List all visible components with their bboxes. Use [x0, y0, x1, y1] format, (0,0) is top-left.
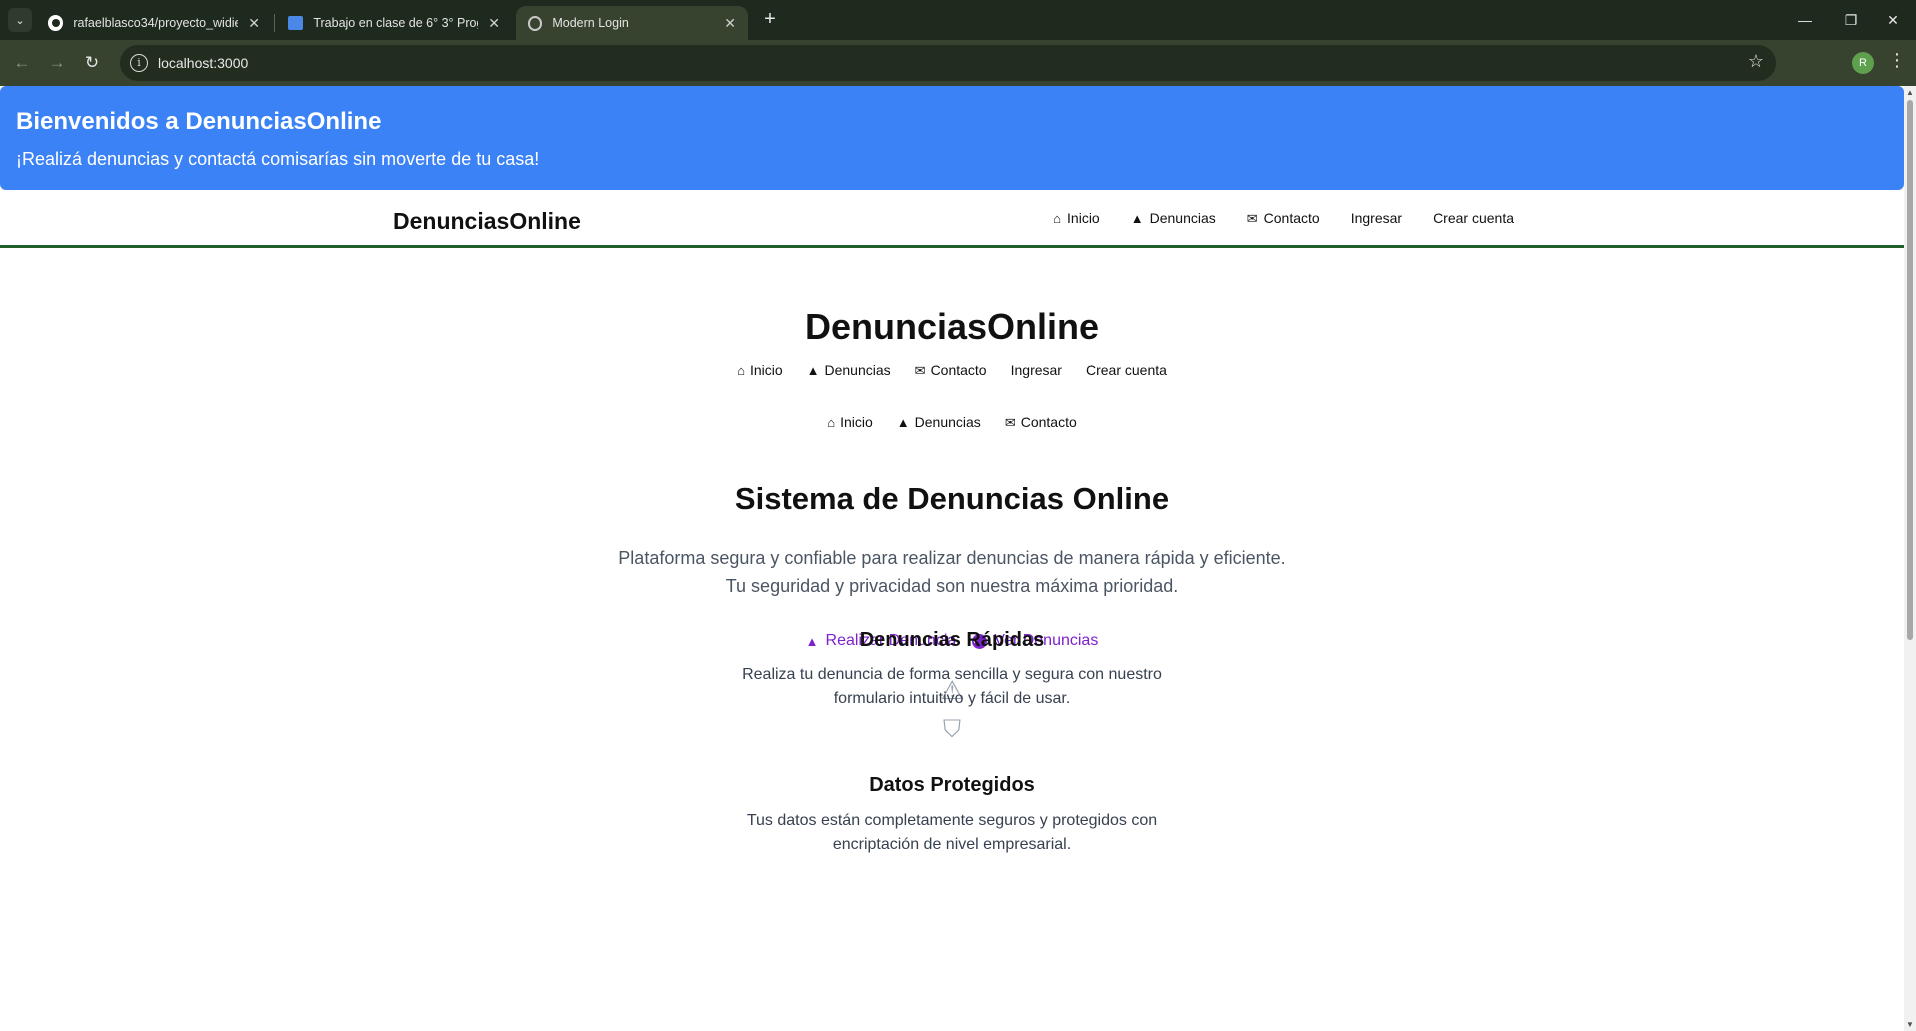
hero-description: Plataforma segura y confiable para reali…	[0, 544, 1904, 600]
banner-subtitle: ¡Realizá denuncias y contactá comisarías…	[16, 149, 540, 169]
welcome-banner: Bienvenidos a DenunciasOnline ¡Realizá d…	[0, 86, 1904, 190]
browser-toolbar: ← → ↻ i localhost:3000 ☆ R ⋮	[0, 40, 1916, 86]
profile-avatar[interactable]: R	[1852, 52, 1874, 74]
nav3-link-contacto[interactable]: ✉ Contacto	[1005, 414, 1077, 430]
close-window-button[interactable]: ✕	[1870, 6, 1916, 34]
nav-link-label: Inicio	[749, 362, 783, 378]
envelope-icon: ✉	[914, 362, 926, 378]
nav3-link-inicio[interactable]: ⌂ Inicio	[827, 414, 873, 430]
close-icon[interactable]: ✕	[488, 15, 500, 32]
nav2-link-inicio[interactable]: ⌂ Inicio	[737, 362, 783, 378]
nav-link-contacto[interactable]: ✉ Contacto	[1247, 210, 1320, 226]
restore-button[interactable]: ❐	[1828, 6, 1874, 34]
feature-description: Realiza tu denuncia de forma sencilla y …	[0, 663, 1904, 711]
address-bar[interactable]: i localhost:3000 ☆	[120, 45, 1776, 81]
nav-link-ingresar[interactable]: Ingresar	[1351, 210, 1402, 226]
nav-link-label: Contacto	[930, 362, 987, 378]
navbar-brand[interactable]: DenunciasOnline	[393, 208, 581, 235]
back-button[interactable]: ←	[8, 49, 36, 77]
home-icon: ⌂	[827, 414, 836, 430]
home-icon: ⌂	[1053, 210, 1062, 226]
scroll-up-arrow-icon[interactable]: ▲	[1906, 88, 1914, 97]
reload-button[interactable]: ↻	[78, 49, 106, 77]
browser-tab-modern-login[interactable]: Modern Login ✕	[516, 6, 748, 40]
close-icon[interactable]: ✕	[248, 15, 260, 32]
menu-kebab-icon[interactable]: ⋮	[1888, 50, 1906, 71]
scroll-down-arrow-icon[interactable]: ▼	[1906, 1020, 1914, 1029]
feature-description-line: Tus datos están completamente seguros y …	[746, 812, 1158, 829]
minimize-button[interactable]: —	[1782, 6, 1828, 34]
nav2-link-contacto[interactable]: ✉ Contacto	[915, 362, 987, 378]
page-viewport: Bienvenidos a DenunciasOnline ¡Realizá d…	[0, 86, 1916, 1031]
secondary-nav: ⌂ Inicio ▲ Denuncias ✉ Contacto Ingresar Cr…	[0, 362, 1904, 378]
tab-title: Modern Login	[552, 16, 629, 30]
nav-link-label: Denuncias	[824, 362, 891, 378]
close-icon[interactable]: ✕	[724, 15, 736, 32]
feature-description-line: encriptación de nivel empresarial.	[832, 836, 1072, 853]
bookmark-star-icon[interactable]: ☆	[1748, 51, 1764, 72]
nav2-link-ingresar[interactable]: Ingresar	[1011, 362, 1062, 378]
site-navbar: DenunciasOnline ⌂ Inicio ▲ Denuncias ✉ Cont…	[0, 190, 1904, 248]
hero-title: Sistema de Denuncias Online	[734, 481, 1170, 516]
tab-title: Trabajo en clase de 6° 3° Programación	[313, 16, 478, 30]
browser-tab-bar: ⌄ rafaelblasco34/proyecto_widiem ✕ Traba…	[0, 0, 1916, 40]
envelope-icon: ✉	[1246, 210, 1258, 226]
nav-link-label: Inicio	[1067, 210, 1100, 226]
hero-description-line: Tu seguridad y privacidad son nuestra má…	[725, 576, 1179, 596]
classroom-icon	[288, 16, 304, 30]
banner-title: Bienvenidos a DenunciasOnline	[16, 108, 382, 135]
home-icon: ⌂	[737, 362, 745, 378]
feature-description: Tus datos están completamente seguros y …	[0, 809, 1904, 857]
tab-title: rafaelblasco34/proyecto_widiem	[73, 16, 239, 30]
feature-title: Denuncias Rápidas	[859, 629, 1045, 651]
browser-tab-github[interactable]: rafaelblasco34/proyecto_widiem ✕	[36, 6, 272, 40]
nav2-link-denuncias[interactable]: ▲ Denuncias	[807, 362, 891, 378]
feature-description-line: formulario intuitivo y fácil de usar.	[833, 690, 1071, 707]
scrollbar-thumb[interactable]	[1907, 100, 1913, 640]
tab-search-button[interactable]: ⌄	[8, 8, 32, 32]
nav-link-label: Inicio	[840, 414, 873, 430]
nav-link-label: Contacto	[1020, 414, 1077, 430]
warning-icon: ▲	[1130, 210, 1144, 226]
tab-separator	[274, 14, 275, 32]
nav-link-inicio[interactable]: ⌂ Inicio	[1053, 210, 1100, 226]
nav-link-label: Denuncias	[914, 414, 981, 430]
nav2-link-crear-cuenta[interactable]: Crear cuenta	[1086, 362, 1167, 378]
url-text[interactable]: localhost:3000	[158, 55, 248, 71]
nav3-link-denuncias[interactable]: ▲ Denuncias	[897, 414, 981, 430]
feature-description-line: Realiza tu denuncia de forma sencilla y …	[742, 666, 1162, 683]
browser-tab-classroom[interactable]: Trabajo en clase de 6° 3° Programación ✕	[276, 6, 512, 40]
new-tab-button[interactable]: +	[758, 8, 782, 32]
warning-icon: ▲	[896, 414, 910, 430]
nav-link-label: Denuncias	[1149, 210, 1216, 226]
nav-link-denuncias[interactable]: ▲ Denuncias	[1131, 210, 1216, 226]
nav-link-label: Contacto	[1263, 210, 1320, 226]
globe-icon	[528, 15, 543, 31]
shield-icon: ⛉	[943, 716, 961, 743]
navbar-links: ⌂ Inicio ▲ Denuncias ✉ Contacto Ingresar Cr…	[1053, 210, 1514, 226]
page-scrollbar[interactable]: ▲ ▼	[1904, 86, 1916, 1031]
feature-title: Datos Protegidos	[869, 774, 1035, 796]
site-info-icon[interactable]: i	[130, 54, 148, 72]
warning-icon: ▲	[806, 362, 820, 378]
hero-description-line: Plataforma segura y confiable para reali…	[618, 548, 1286, 568]
forward-button[interactable]: →	[43, 49, 71, 77]
envelope-icon: ✉	[1004, 414, 1016, 430]
github-icon	[48, 15, 64, 31]
tertiary-nav: ⌂ Inicio ▲ Denuncias ✉ Contacto	[0, 414, 1904, 430]
nav-link-crear-cuenta[interactable]: Crear cuenta	[1433, 210, 1514, 226]
secondary-header-title: DenunciasOnline	[804, 306, 1100, 347]
